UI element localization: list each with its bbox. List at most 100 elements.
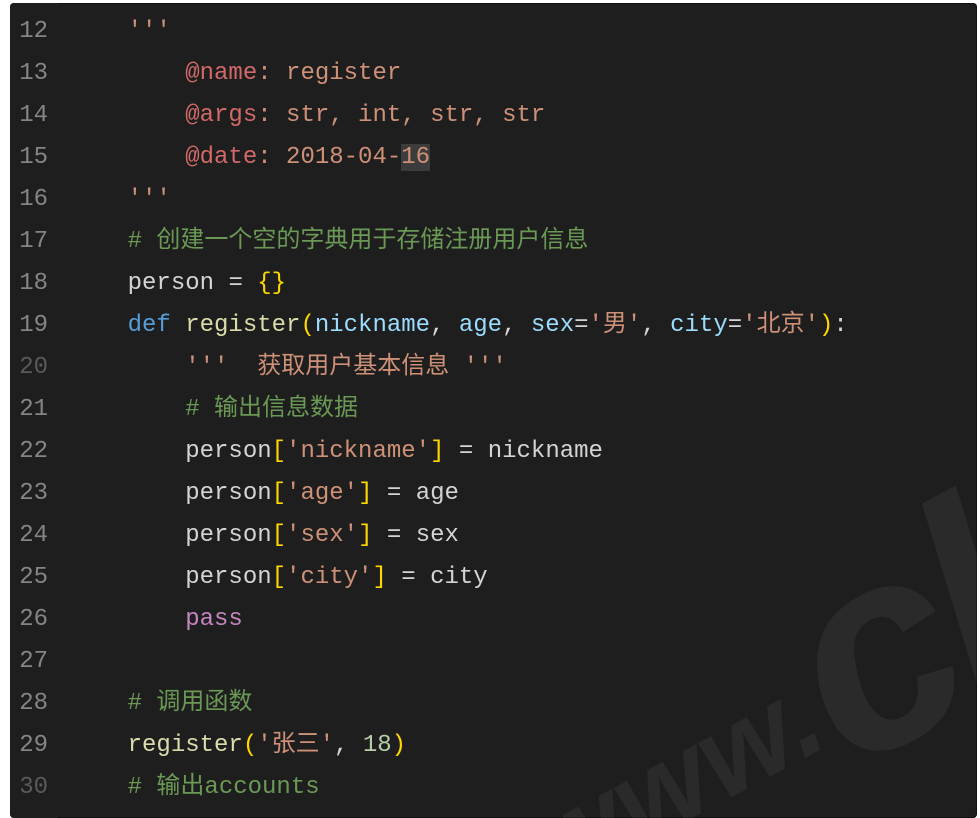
code-token: register bbox=[128, 732, 243, 759]
code-token: ) bbox=[392, 732, 406, 759]
line-number: 14 bbox=[16, 95, 48, 137]
indent bbox=[70, 438, 185, 465]
indent bbox=[70, 522, 185, 549]
code-token: sex bbox=[531, 312, 574, 339]
code-token: [ bbox=[272, 480, 286, 507]
code-line[interactable]: # 调用函数 bbox=[70, 683, 977, 725]
code-token: 'nickname' bbox=[286, 438, 430, 465]
code-token: '男' bbox=[589, 312, 642, 339]
indent bbox=[70, 354, 185, 381]
indent bbox=[70, 564, 185, 591]
line-number: 22 bbox=[16, 431, 48, 473]
code-token: person bbox=[185, 564, 271, 591]
code-line[interactable]: ''' bbox=[70, 11, 977, 53]
line-number: 28 bbox=[16, 683, 48, 725]
code-line[interactable] bbox=[70, 641, 977, 683]
indent bbox=[70, 186, 128, 213]
code-token: = bbox=[444, 438, 487, 465]
code-line[interactable]: ''' 获取用户基本信息 ''' bbox=[70, 347, 977, 389]
line-number: 27 bbox=[16, 641, 48, 683]
code-line[interactable]: @name: register bbox=[70, 53, 977, 95]
indent bbox=[70, 144, 185, 171]
code-token: : register bbox=[257, 60, 401, 87]
code-token: ''' bbox=[128, 18, 171, 45]
indent bbox=[70, 270, 128, 297]
line-number: 19 bbox=[16, 305, 48, 347]
indent bbox=[70, 18, 128, 45]
line-number: 23 bbox=[16, 473, 48, 515]
code-token: ( bbox=[243, 732, 257, 759]
code-token: ] bbox=[430, 438, 444, 465]
code-token: , bbox=[334, 732, 363, 759]
code-token: = bbox=[728, 312, 742, 339]
line-number: 25 bbox=[16, 557, 48, 599]
indent bbox=[70, 732, 128, 759]
indent bbox=[70, 312, 128, 339]
code-token: {} bbox=[257, 270, 286, 297]
code-token: : bbox=[833, 312, 847, 339]
code-token: @args bbox=[185, 102, 257, 129]
code-token: 18 bbox=[363, 732, 392, 759]
code-token: ''' 获取用户基本信息 ''' bbox=[185, 354, 507, 381]
line-number: 29 bbox=[16, 725, 48, 767]
code-token: age bbox=[416, 480, 459, 507]
line-number: 16 bbox=[16, 179, 48, 221]
code-line[interactable]: person['city'] = city bbox=[70, 557, 977, 599]
line-number: 18 bbox=[16, 263, 48, 305]
code-content[interactable]: ''' @name: register @args: str, int, str… bbox=[58, 3, 977, 818]
code-line[interactable]: # 创建一个空的字典用于存储注册用户信息 bbox=[70, 221, 977, 263]
indent bbox=[70, 606, 185, 633]
code-token: ( bbox=[300, 312, 314, 339]
code-token: sex bbox=[416, 522, 459, 549]
code-line[interactable]: @args: str, int, str, str bbox=[70, 95, 977, 137]
indent bbox=[70, 228, 128, 255]
code-token: person bbox=[185, 480, 271, 507]
code-token: : 2018-04- bbox=[257, 144, 401, 171]
code-line[interactable]: # 输出accounts bbox=[70, 767, 977, 809]
code-token: # 调用函数 bbox=[128, 690, 253, 717]
line-number: 12 bbox=[16, 11, 48, 53]
code-token: pass bbox=[185, 606, 243, 633]
code-line[interactable]: pass bbox=[70, 599, 977, 641]
code-line[interactable]: @date: 2018-04-16 bbox=[70, 137, 977, 179]
code-token: ] bbox=[358, 480, 372, 507]
code-token: 'city' bbox=[286, 564, 372, 591]
indent bbox=[70, 396, 185, 423]
indent bbox=[70, 690, 128, 717]
code-token: @name bbox=[185, 60, 257, 87]
code-line[interactable]: ''' bbox=[70, 179, 977, 221]
indent bbox=[70, 774, 128, 801]
code-line[interactable]: person['nickname'] = nickname bbox=[70, 431, 977, 473]
code-token: = bbox=[228, 270, 257, 297]
code-token: register bbox=[185, 312, 300, 339]
line-number: 20 bbox=[16, 347, 48, 389]
code-token: city bbox=[670, 312, 728, 339]
indent bbox=[70, 60, 185, 87]
code-token: 16 bbox=[401, 144, 430, 171]
code-line[interactable]: def register(nickname, age, sex='男', cit… bbox=[70, 305, 977, 347]
code-token: , bbox=[430, 312, 459, 339]
code-token: ] bbox=[358, 522, 372, 549]
code-line[interactable]: register('张三', 18) bbox=[70, 725, 977, 767]
line-number: 21 bbox=[16, 389, 48, 431]
line-number: 26 bbox=[16, 599, 48, 641]
code-token: age bbox=[459, 312, 502, 339]
code-line[interactable]: person = {} bbox=[70, 263, 977, 305]
code-editor[interactable]: 12131415161718192021222324252627282930 '… bbox=[10, 3, 977, 818]
line-number: 15 bbox=[16, 137, 48, 179]
code-token: = bbox=[372, 480, 415, 507]
line-number: 13 bbox=[16, 53, 48, 95]
line-number: 17 bbox=[16, 221, 48, 263]
code-token: # 输出accounts bbox=[128, 774, 320, 801]
code-token: @date bbox=[185, 144, 257, 171]
code-line[interactable]: person['age'] = age bbox=[70, 473, 977, 515]
code-token: 'sex' bbox=[286, 522, 358, 549]
code-token: nickname bbox=[315, 312, 430, 339]
code-token: '北京' bbox=[742, 312, 819, 339]
code-token: person bbox=[128, 270, 229, 297]
code-token: [ bbox=[272, 438, 286, 465]
code-token: = bbox=[574, 312, 588, 339]
code-line[interactable]: person['sex'] = sex bbox=[70, 515, 977, 557]
code-line[interactable]: # 输出信息数据 bbox=[70, 389, 977, 431]
code-token: ''' bbox=[128, 186, 171, 213]
